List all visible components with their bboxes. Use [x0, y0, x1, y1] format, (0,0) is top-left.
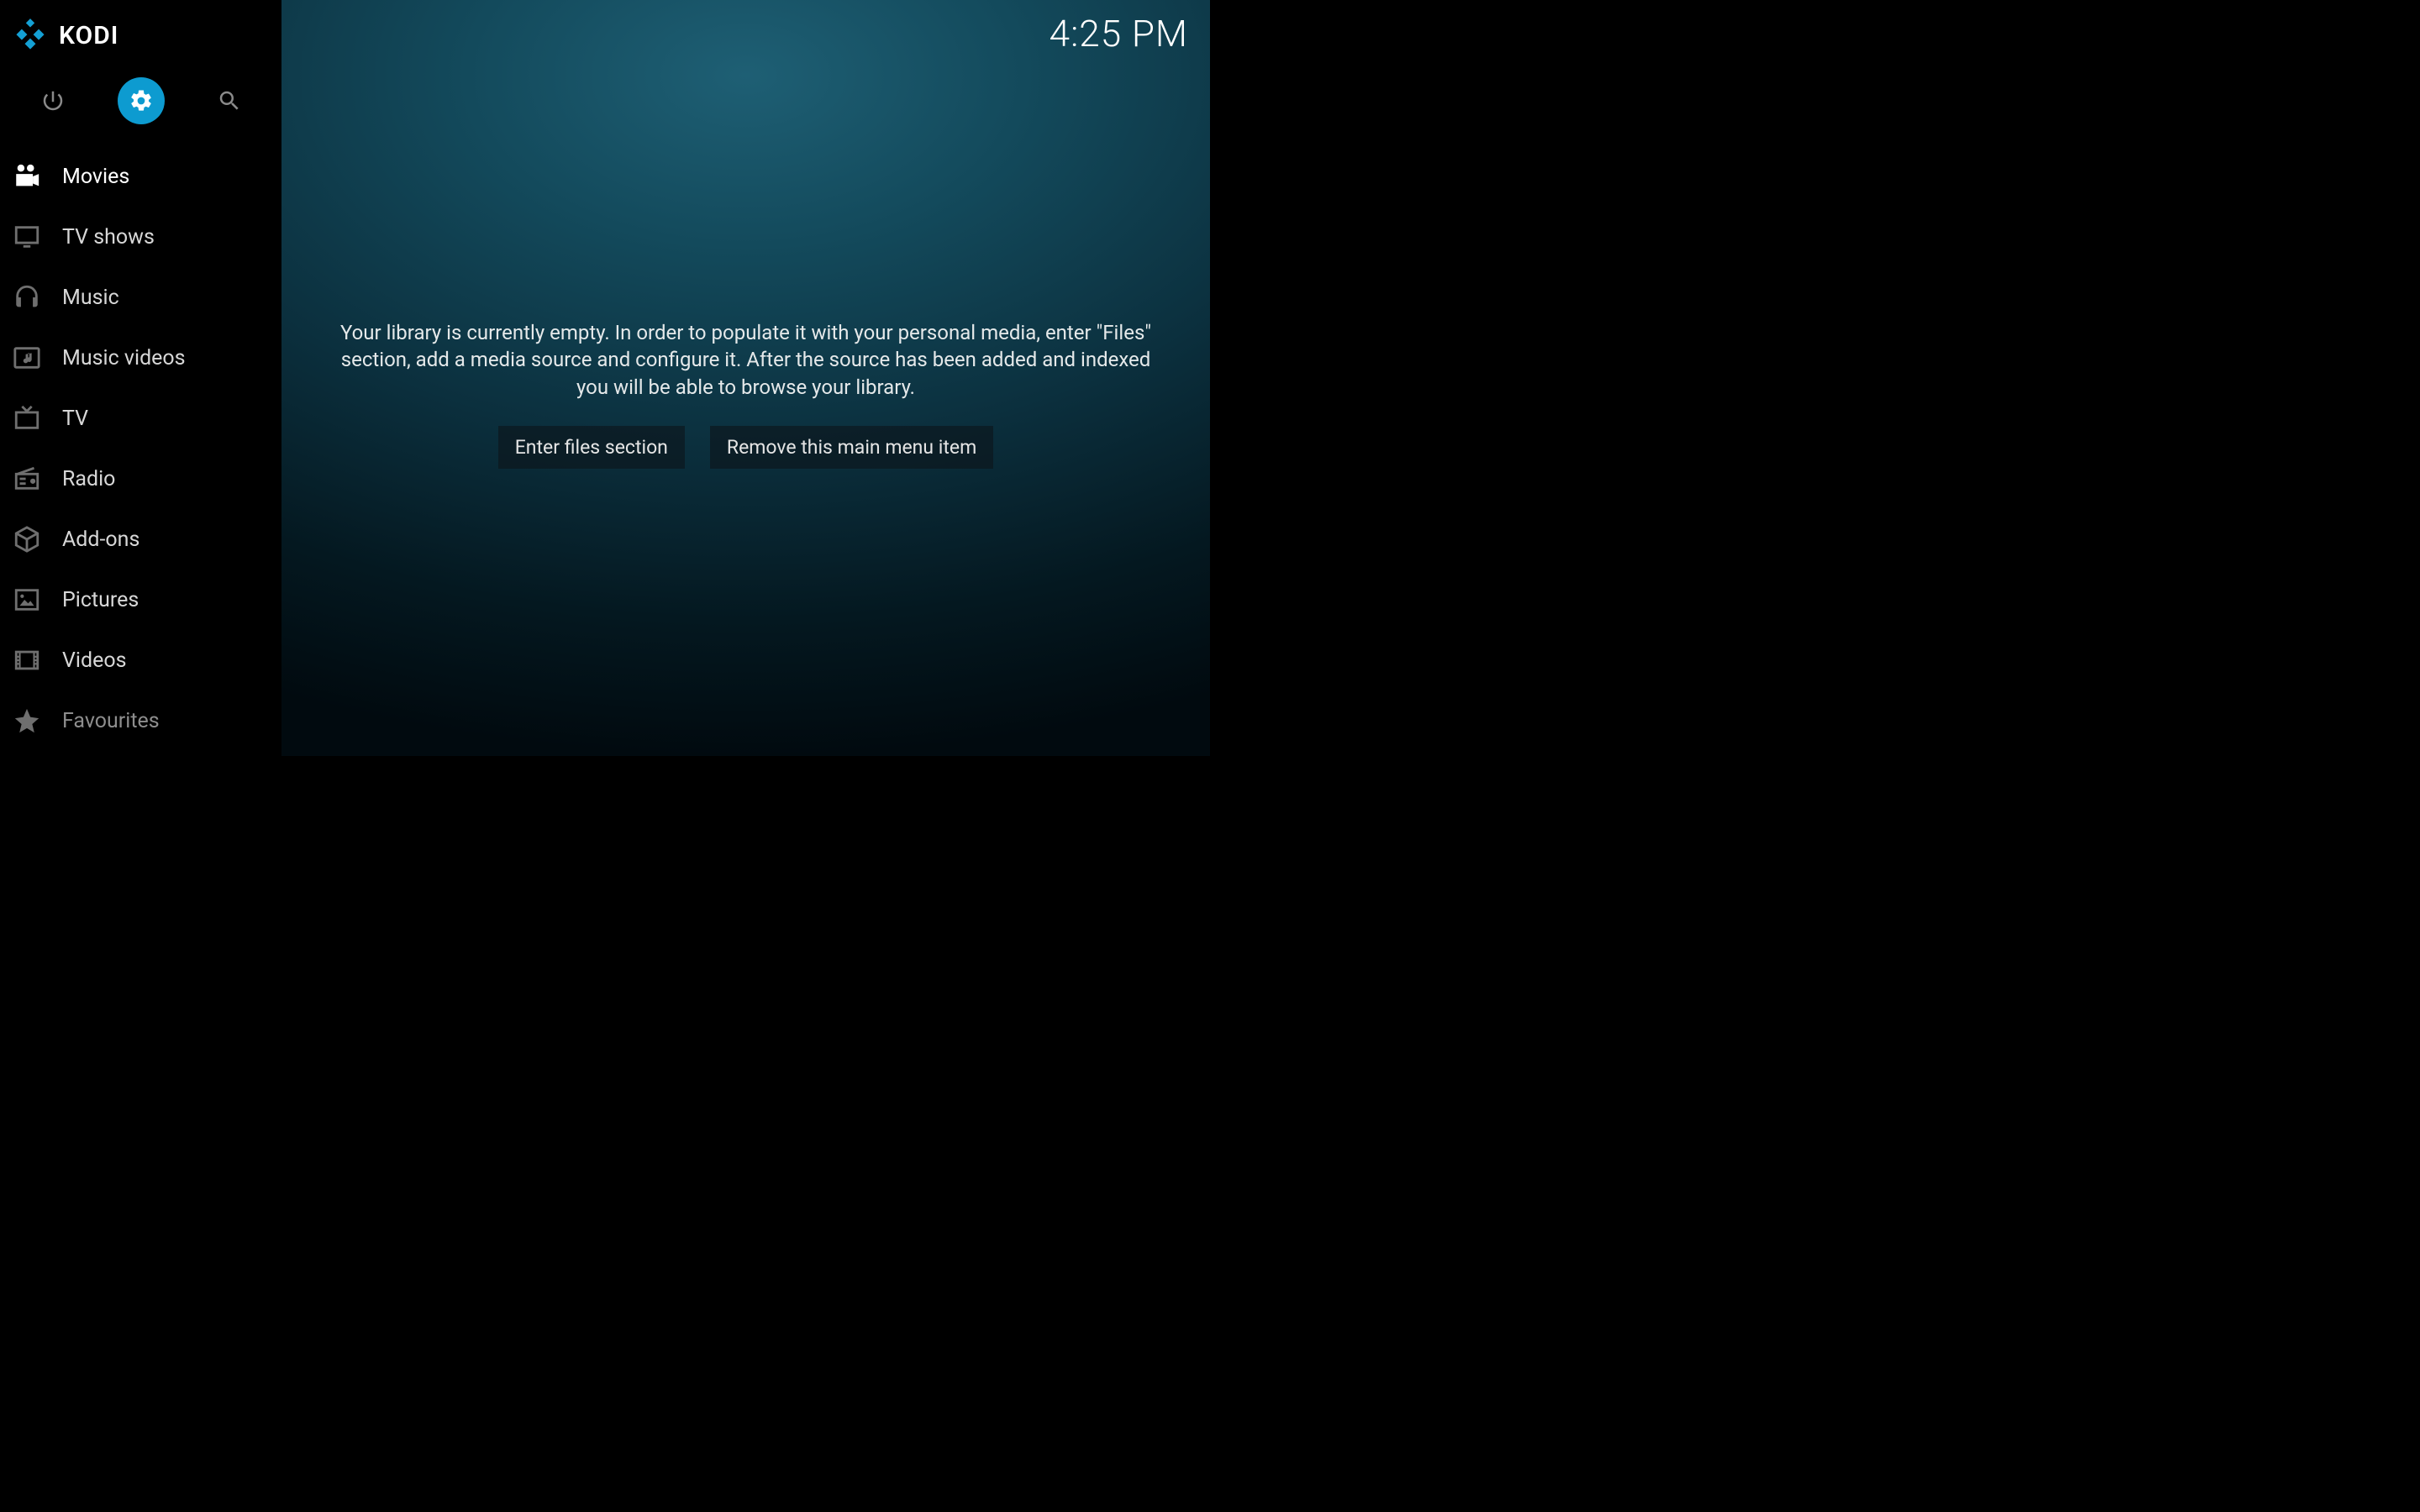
- sidebar-item-label: TV: [62, 407, 88, 431]
- radio-icon: [12, 464, 42, 494]
- app-root: KODI Movies: [0, 0, 1210, 756]
- search-button[interactable]: [206, 77, 253, 124]
- remove-menu-item-button[interactable]: Remove this main menu item: [710, 426, 993, 469]
- sidebar-item-favourites[interactable]: Favourites: [0, 690, 281, 751]
- sidebar-item-radio[interactable]: Radio: [0, 449, 281, 509]
- sidebar: KODI Movies: [0, 0, 281, 756]
- sidebar-item-movies[interactable]: Movies: [0, 146, 281, 207]
- sidebar-item-videos[interactable]: Videos: [0, 630, 281, 690]
- star-icon: [12, 706, 42, 736]
- brand-name: KODI: [59, 21, 118, 50]
- picture-frame-icon: [12, 585, 42, 615]
- tv-monitor-icon: [12, 222, 42, 252]
- top-icon-row: [0, 62, 281, 146]
- sidebar-item-label: Add-ons: [62, 528, 139, 552]
- movie-camera-icon: [12, 161, 42, 192]
- headphones-icon: [12, 282, 42, 312]
- main-content: 4:25 PM Your library is currently empty.…: [281, 0, 1210, 756]
- sidebar-item-tv-shows[interactable]: TV shows: [0, 207, 281, 267]
- sidebar-item-label: Pictures: [62, 588, 139, 612]
- search-icon: [217, 88, 242, 113]
- sidebar-item-pictures[interactable]: Pictures: [0, 570, 281, 630]
- film-strip-icon: [12, 645, 42, 675]
- sidebar-item-label: Music videos: [62, 346, 186, 370]
- clock: 4:25 PM: [1050, 12, 1188, 55]
- kodi-logo-icon: [12, 17, 49, 54]
- sidebar-item-label: Radio: [62, 467, 115, 491]
- sidebar-item-label: Movies: [62, 165, 129, 189]
- sidebar-item-music[interactable]: Music: [0, 267, 281, 328]
- nav-menu: Movies TV shows Music Music videos: [0, 146, 281, 751]
- gear-icon: [129, 88, 154, 113]
- sidebar-item-music-videos[interactable]: Music videos: [0, 328, 281, 388]
- sidebar-item-label: Favourites: [62, 709, 160, 733]
- settings-button[interactable]: [118, 77, 165, 124]
- sidebar-item-label: TV shows: [62, 225, 155, 249]
- sidebar-item-addons[interactable]: Add-ons: [0, 509, 281, 570]
- brand: KODI: [0, 0, 281, 62]
- empty-library-state: Your library is currently empty. In orde…: [339, 319, 1154, 469]
- sidebar-item-label: Music: [62, 286, 119, 310]
- power-button[interactable]: [29, 77, 76, 124]
- addons-box-icon: [12, 524, 42, 554]
- empty-message: Your library is currently empty. In orde…: [339, 319, 1154, 401]
- sidebar-item-tv[interactable]: TV: [0, 388, 281, 449]
- sidebar-item-label: Videos: [62, 648, 127, 673]
- power-icon: [40, 88, 66, 113]
- music-video-icon: [12, 343, 42, 373]
- enter-files-button[interactable]: Enter files section: [498, 426, 685, 469]
- empty-buttons-row: Enter files section Remove this main men…: [339, 426, 1154, 469]
- live-tv-icon: [12, 403, 42, 433]
